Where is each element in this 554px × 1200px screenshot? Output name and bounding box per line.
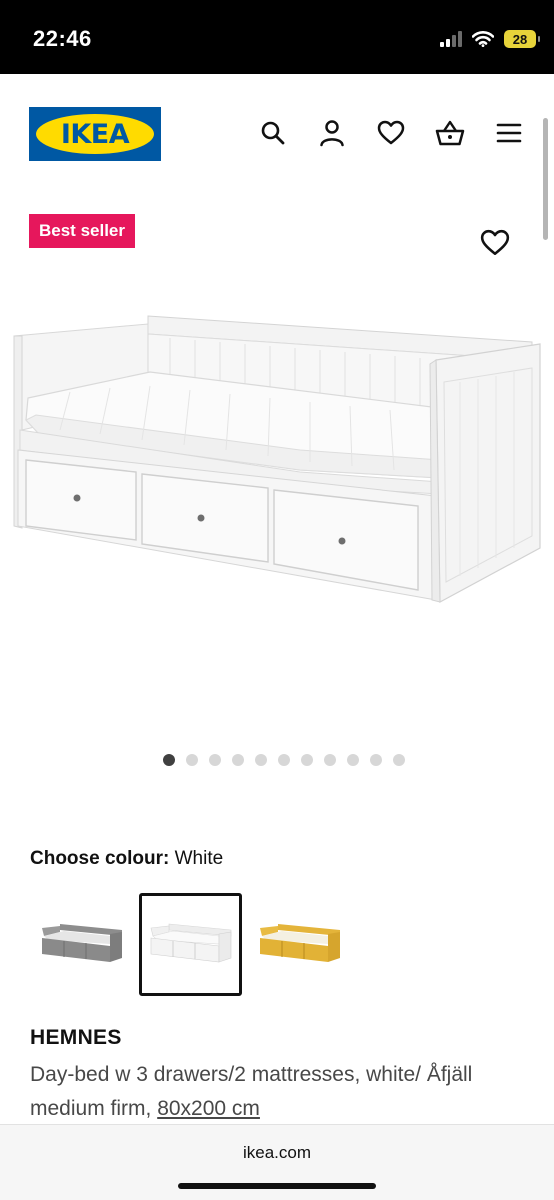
site-header: IKEA bbox=[0, 74, 554, 194]
carousel-dot[interactable] bbox=[255, 754, 267, 766]
cellular-signal-icon bbox=[440, 31, 462, 47]
colour-label-value: White bbox=[174, 848, 224, 869]
colour-label-title: Choose colour: bbox=[30, 848, 170, 869]
product-image[interactable] bbox=[0, 300, 554, 620]
status-bar: 22:46 28 bbox=[0, 0, 554, 74]
browser-url[interactable]: ikea.com bbox=[0, 1143, 554, 1163]
status-indicators: 28 bbox=[440, 30, 540, 48]
account-icon[interactable] bbox=[317, 118, 347, 148]
basket-icon[interactable] bbox=[435, 118, 465, 148]
product-size-link[interactable]: 80x200 cm bbox=[157, 1097, 260, 1120]
battery-level: 28 bbox=[512, 31, 528, 47]
wifi-icon bbox=[472, 31, 494, 47]
logo-text: IKEA bbox=[60, 118, 130, 150]
white-daybed-thumbnail bbox=[150, 923, 231, 962]
carousel-dot[interactable] bbox=[370, 754, 382, 766]
ikea-logo[interactable]: IKEA bbox=[29, 107, 161, 161]
carousel-dot[interactable] bbox=[393, 754, 405, 766]
carousel-dot[interactable] bbox=[186, 754, 198, 766]
carousel-dot[interactable] bbox=[232, 754, 244, 766]
colour-swatch-grey[interactable] bbox=[30, 893, 133, 996]
grey-daybed-thumbnail bbox=[41, 923, 122, 962]
menu-icon[interactable] bbox=[494, 118, 524, 148]
carousel-dot[interactable] bbox=[209, 754, 221, 766]
home-indicator[interactable] bbox=[178, 1183, 376, 1189]
colour-chooser-label: Choose colour: White bbox=[30, 848, 223, 870]
status-time: 22:46 bbox=[33, 26, 92, 51]
search-icon[interactable] bbox=[258, 118, 288, 148]
carousel-dot[interactable] bbox=[324, 754, 336, 766]
best-seller-badge: Best seller bbox=[29, 214, 135, 248]
page-scrollbar[interactable] bbox=[543, 118, 548, 240]
carousel-dot[interactable] bbox=[301, 754, 313, 766]
carousel-dot[interactable] bbox=[163, 754, 175, 766]
wishlist-icon[interactable] bbox=[376, 118, 406, 148]
add-to-wishlist-icon[interactable] bbox=[480, 229, 510, 257]
battery-icon: 28 bbox=[504, 30, 540, 48]
product-description: Day-bed w 3 drawers/2 mattresses, white/… bbox=[30, 1058, 530, 1126]
colour-swatch-yellow[interactable] bbox=[248, 893, 351, 996]
yellow-daybed-thumbnail bbox=[259, 923, 340, 962]
carousel-dot[interactable] bbox=[278, 754, 290, 766]
browser-address-bar: ikea.com bbox=[0, 1124, 554, 1200]
badge-label: Best seller bbox=[39, 221, 125, 240]
product-name: HEMNES bbox=[30, 1026, 122, 1049]
carousel-dot[interactable] bbox=[347, 754, 359, 766]
image-carousel-dots bbox=[0, 754, 554, 766]
colour-swatch-white[interactable] bbox=[139, 893, 242, 996]
logo-oval: IKEA bbox=[36, 114, 154, 154]
